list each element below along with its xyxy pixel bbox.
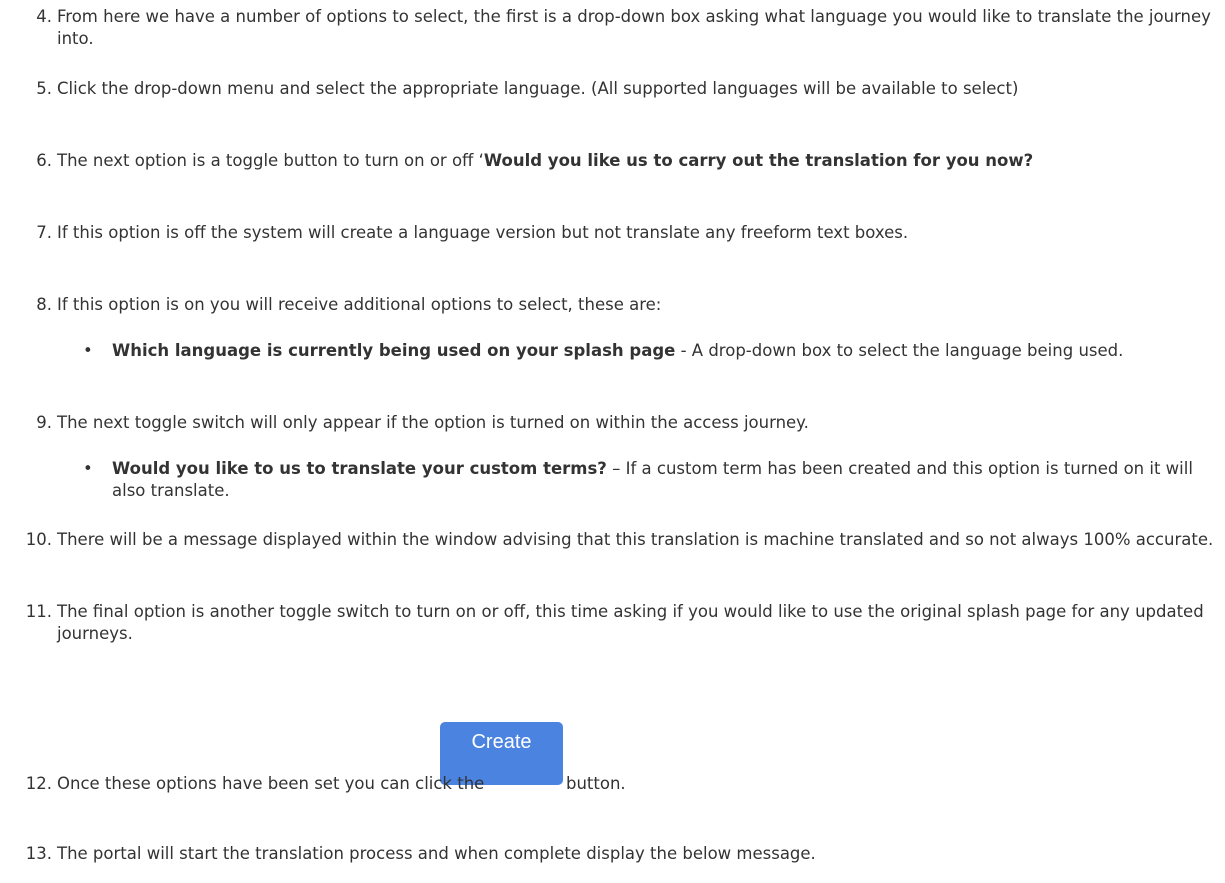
- step-text: The final option is another toggle switc…: [57, 602, 1204, 643]
- step-text: There will be a message displayed within…: [57, 530, 1214, 549]
- step-11: 11. The final option is another toggle s…: [0, 601, 1220, 645]
- step-text: From here we have a number of options to…: [57, 7, 1211, 48]
- bullet-text: Would you like to us to translate your c…: [112, 458, 1220, 502]
- step-4: 4. From here we have a number of options…: [0, 6, 1220, 50]
- step-13: 13. The portal will start the translatio…: [0, 843, 1220, 865]
- step-text: If this option is off the system will cr…: [57, 223, 909, 242]
- step-text: The portal will start the translation pr…: [57, 844, 816, 863]
- step-text: Click the drop-down menu and select the …: [57, 79, 1019, 98]
- step-8: 8. If this option is on you will receive…: [0, 294, 1220, 316]
- step-text: The next toggle switch will only appear …: [57, 413, 809, 432]
- bullet-dot: •: [83, 341, 93, 360]
- step-5: 5. Click the drop-down menu and select t…: [0, 78, 1220, 100]
- step-6: 6. The next option is a toggle button to…: [0, 150, 1220, 172]
- step-text: If this option is on you will receive ad…: [57, 295, 662, 314]
- step-number: 12.: [25, 774, 52, 793]
- bullet-dot: •: [83, 459, 93, 478]
- bullet-text-bold: Which language is currently being used o…: [112, 341, 676, 360]
- step-number: 6.: [36, 151, 52, 170]
- bullet-item-custom-terms: • Would you like to us to translate your…: [0, 458, 1220, 502]
- step-number: 9.: [36, 413, 52, 432]
- bullet-text-bold: Would you like to us to translate your c…: [112, 459, 607, 478]
- step-7: 7. If this option is off the system will…: [0, 222, 1220, 244]
- step-number: 5.: [36, 79, 52, 98]
- step-text: Once these options have been set you can…: [57, 774, 485, 793]
- step-text: The next option is a toggle button to tu…: [57, 150, 1220, 172]
- step-10: 10. There will be a message displayed wi…: [0, 529, 1220, 551]
- step-text-bold: Would you like us to carry out the trans…: [483, 151, 1034, 170]
- step-number: 4.: [36, 7, 52, 26]
- step-number: 8.: [36, 295, 52, 314]
- bullet-item-splash-language: • Which language is currently being used…: [0, 340, 1220, 362]
- bullet-text: Which language is currently being used o…: [112, 340, 1220, 362]
- step-number: 7.: [36, 223, 52, 242]
- step-12-suffix: button.: [566, 774, 626, 793]
- step-number: 13.: [25, 844, 52, 863]
- step-text-plain: The next option is a toggle button to tu…: [57, 151, 484, 170]
- step-number: 11.: [25, 602, 52, 621]
- bullet-text-plain: - A drop-down box to select the language…: [675, 341, 1124, 360]
- step-9: 9. The next toggle switch will only appe…: [0, 412, 1220, 434]
- step-number: 10.: [25, 530, 52, 549]
